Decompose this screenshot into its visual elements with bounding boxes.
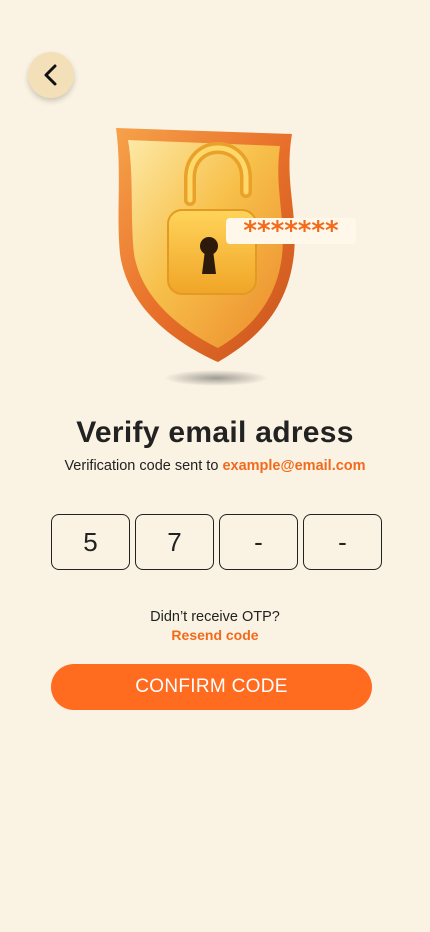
subtitle: Verification code sent to example@email.… — [0, 458, 430, 474]
email-address: example@email.com — [222, 458, 366, 474]
otp-digit-3[interactable] — [219, 514, 298, 570]
subtitle-text: Verification code sent to — [64, 458, 223, 474]
shield-padlock-icon: ******* — [116, 128, 356, 386]
otp-digit-4[interactable] — [303, 514, 382, 570]
otp-digit-1[interactable] — [51, 514, 130, 570]
password-mask-text: ******* — [243, 216, 339, 246]
resend-question: Didn’t receive OTP? — [150, 609, 280, 625]
resend-code-link[interactable]: Resend code — [0, 627, 430, 643]
back-button[interactable] — [28, 52, 74, 98]
chevron-left-icon — [44, 64, 57, 86]
verify-email-screen: ******* Verify email adress Verification… — [0, 0, 430, 932]
confirm-code-button[interactable]: CONFIRM CODE — [51, 664, 372, 710]
page-title: Verify email adress — [76, 416, 354, 449]
otp-inputs — [51, 514, 382, 570]
otp-digit-2[interactable] — [135, 514, 214, 570]
